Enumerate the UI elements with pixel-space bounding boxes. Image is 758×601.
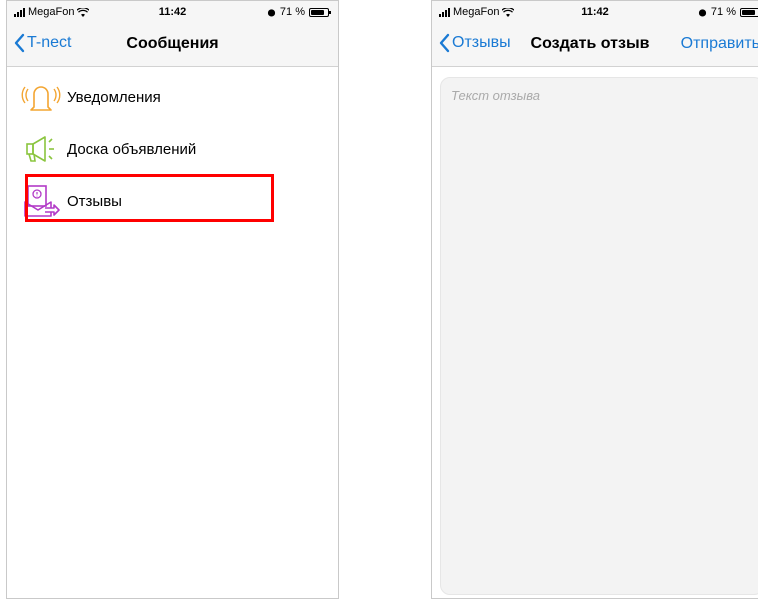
battery-percent: 71 %: [279, 6, 305, 18]
megaphone-icon: [21, 131, 61, 167]
create-feedback-screen: MegaFon 11:42 71 % Отзывы Создать отзыв …: [431, 0, 758, 599]
messages-screen: MegaFon 11:42 71 % T-nect Сообщения Увед…: [6, 0, 339, 599]
battery-percent: 71 %: [710, 6, 736, 18]
battery-info: 71 %: [698, 6, 758, 18]
menu-item-board[interactable]: Доска объявлений: [21, 129, 196, 169]
menu-item-label: Доска объявлений: [67, 140, 197, 158]
feedback-input[interactable]: [451, 88, 731, 103]
bell-icon: [21, 79, 61, 115]
alarm-icon: [698, 8, 707, 17]
page-title: Сообщения: [126, 35, 219, 52]
send-button[interactable]: Отправить: [681, 35, 758, 53]
battery-info: 71 %: [267, 6, 331, 18]
highlight-box: [25, 174, 274, 222]
alarm-icon: [267, 8, 276, 17]
battery-icon: [309, 7, 331, 17]
feedback-text-area: [440, 77, 758, 595]
navigation-bar: T-nect Сообщения: [7, 23, 338, 67]
battery-icon: [740, 7, 758, 17]
status-bar: MegaFon 11:42 71 %: [432, 1, 758, 23]
menu-item-notifications[interactable]: Уведомления: [21, 77, 161, 117]
status-bar: MegaFon 11:42 71 %: [7, 1, 338, 23]
menu-item-label: Уведомления: [67, 88, 161, 106]
navigation-bar: Отзывы Создать отзыв Отправить: [432, 23, 758, 67]
